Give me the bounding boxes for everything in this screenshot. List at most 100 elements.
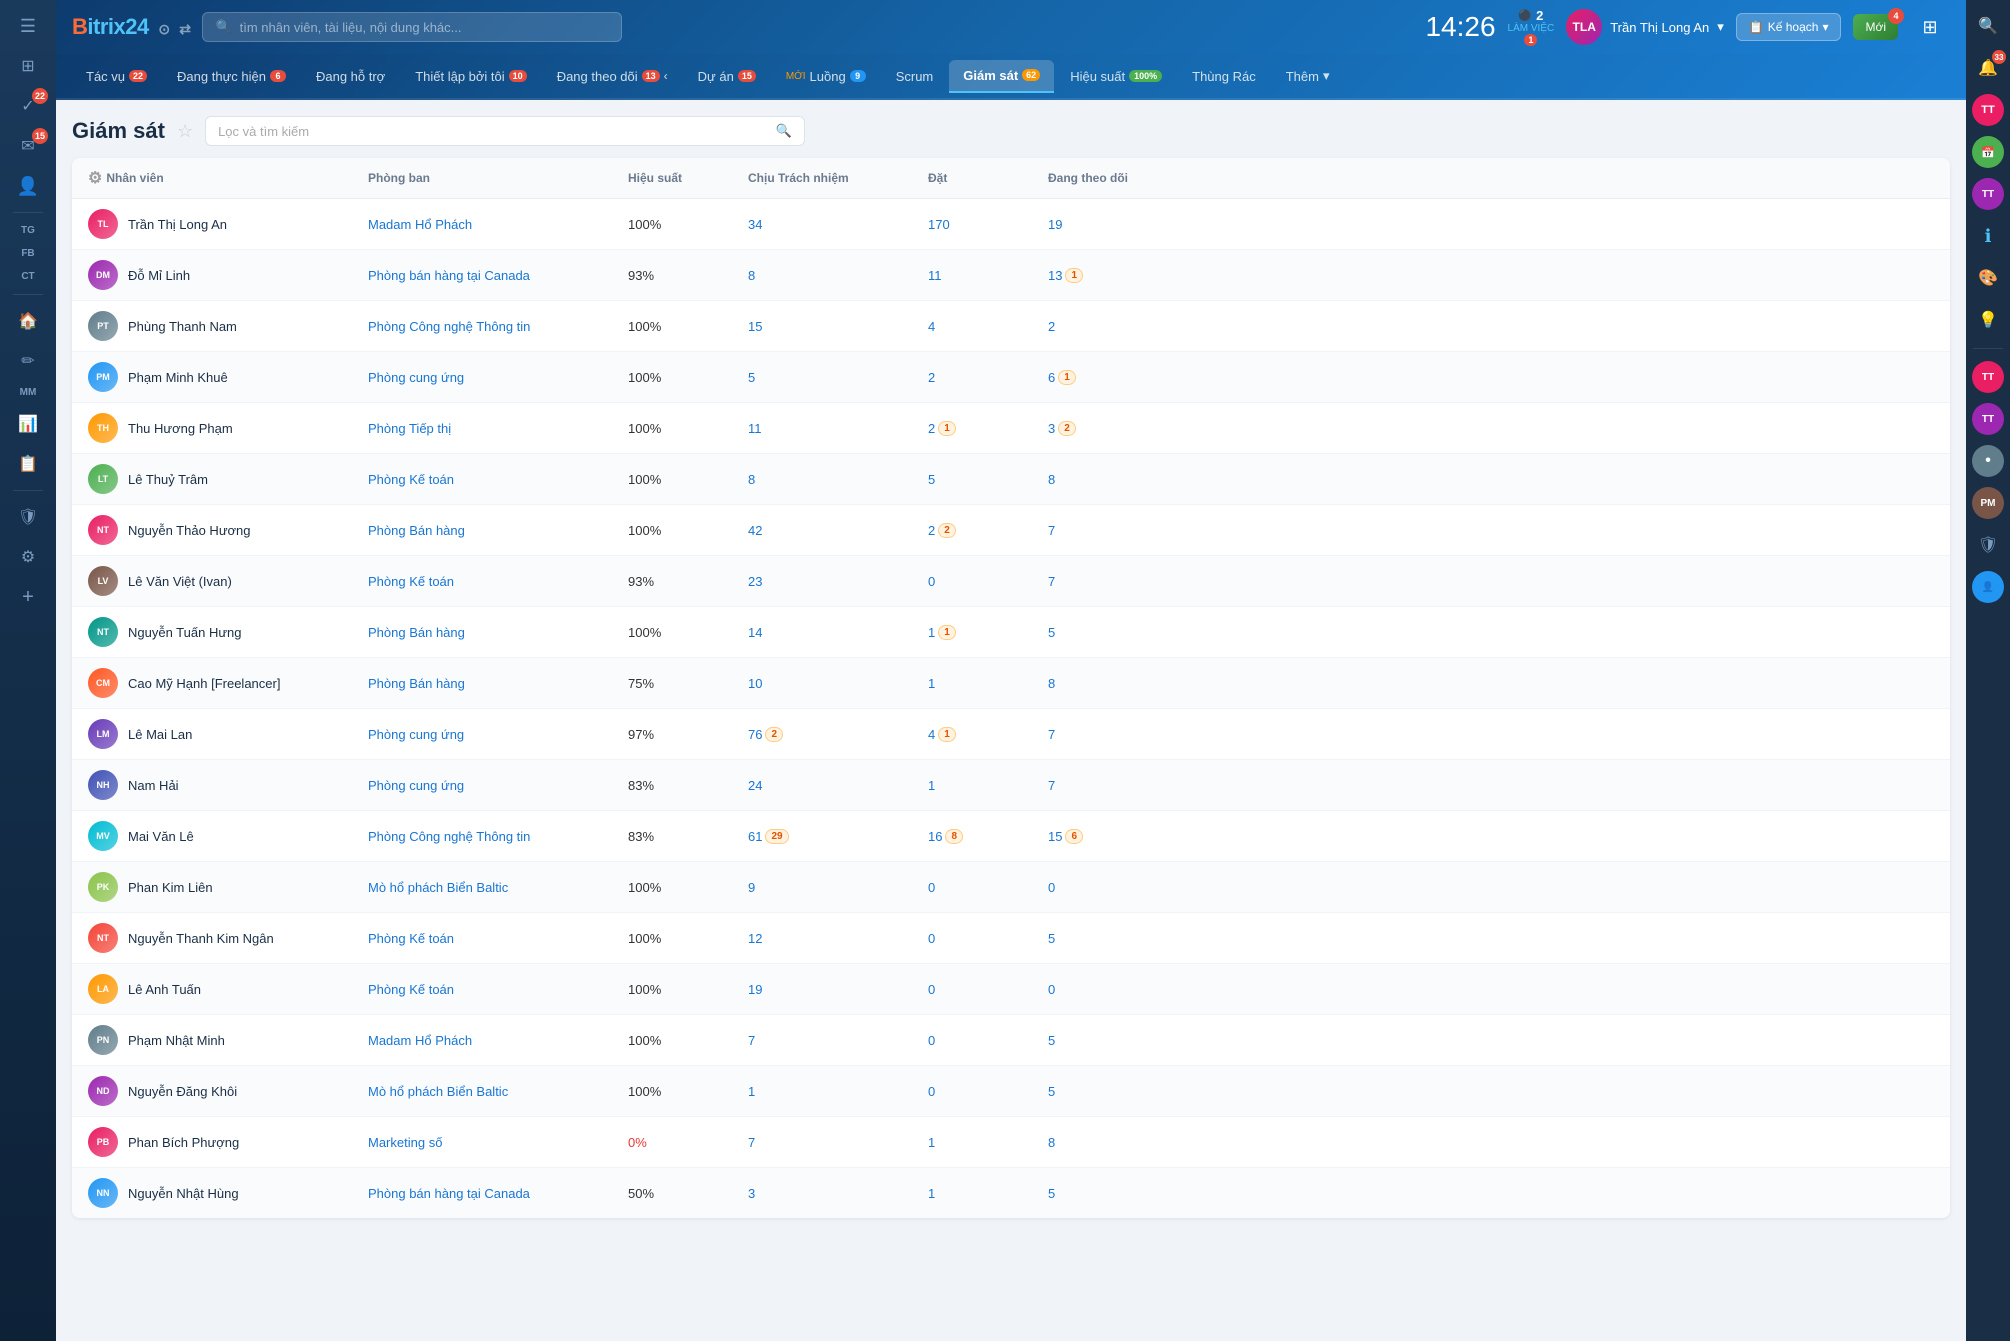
perf-cell: 100% [628,319,748,334]
dept-link[interactable]: Mò hổ phách Biển Baltic [368,880,508,895]
rs-color-icon[interactable]: 🎨 [1970,260,2006,296]
dept-cell[interactable]: Phòng bán hàng tại Canada [368,1186,628,1201]
dept-link[interactable]: Madam Hổ Phách [368,1033,472,1048]
chart-icon[interactable]: 📊 [8,406,48,442]
dept-cell[interactable]: Phòng bán hàng tại Canada [368,268,628,283]
dept-cell[interactable]: Madam Hổ Phách [368,1033,628,1048]
tab-watching[interactable]: Đang theo dõi 13 ‹ [543,61,682,92]
dept-link[interactable]: Phòng Công nghệ Thông tin [368,829,530,844]
report-icon[interactable]: 📋 [8,446,48,482]
dept-link[interactable]: Madam Hổ Phách [368,217,472,232]
dept-link[interactable]: Phòng cung ứng [368,727,464,742]
dept-cell[interactable]: Madam Hổ Phách [368,217,628,232]
edit-icon[interactable]: ✏ [8,343,48,379]
rs-bell-icon[interactable]: 🔔 33 [1970,50,2006,86]
shield-icon[interactable]: 🛡 [8,499,48,535]
tab-more[interactable]: Thêm ▾ [1272,60,1344,92]
tab-performance[interactable]: Hiệu suất 100% [1056,61,1176,92]
dept-cell[interactable]: Phòng Kế toán [368,472,628,487]
rs-search-icon[interactable]: 🔍 [1970,8,2006,44]
rs-tt-avatar[interactable]: TT [1970,176,2006,212]
home-icon[interactable]: ⊞ [8,48,48,84]
dept-link[interactable]: Phòng Kế toán [368,472,454,487]
dept-link[interactable]: Phòng Bán hàng [368,676,465,691]
rs-avatar-4[interactable]: PM [1970,485,2006,521]
data-table: ⚙ Nhân viên Phòng ban Hiệu suất Chịu Trá… [72,158,1950,1218]
tab-support[interactable]: Đang hỗ trợ [302,61,399,92]
mm-item[interactable]: MM [8,383,48,402]
rs-users-icon[interactable]: TT [1970,92,2006,128]
dept-link[interactable]: Phòng Tiếp thị [368,421,451,436]
tab-in-progress[interactable]: Đang thực hiện 6 [163,61,300,92]
resp-cell: 12 [748,931,928,946]
dept-cell[interactable]: Phòng Công nghệ Thông tin [368,319,628,334]
dept-link[interactable]: Phòng Bán hàng [368,625,465,640]
tasks-icon[interactable]: ✓ 22 [8,88,48,124]
dept-link[interactable]: Phòng cung ứng [368,778,464,793]
dept-cell[interactable]: Phòng Kế toán [368,574,628,589]
dept-link[interactable]: Phòng Kế toán [368,982,454,997]
topbar-search[interactable]: 🔍 [202,12,622,42]
dept-link[interactable]: Phòng Kế toán [368,574,454,589]
new-button[interactable]: Mới 4 [1853,14,1898,40]
search-input[interactable] [240,20,610,35]
rs-info-icon[interactable]: ℹ [1970,218,2006,254]
tg-item[interactable]: TG [8,221,48,240]
dept-link[interactable]: Phòng bán hàng tại Canada [368,1186,530,1201]
dept-link[interactable]: Phòng Bán hàng [368,523,465,538]
dept-cell[interactable]: Phòng cung ứng [368,778,628,793]
rs-calendar-icon[interactable]: 📅 [1970,134,2006,170]
dept-link[interactable]: Marketing số [368,1135,442,1150]
tab-monitor[interactable]: Giám sát 62 [949,60,1054,93]
column-settings-icon[interactable]: ⚙ [88,168,102,188]
topbar-extra-icon[interactable]: ⊞ [1910,9,1950,45]
dept-link[interactable]: Phòng Công nghệ Thông tin [368,319,530,334]
search-bar[interactable]: 🔍 [205,116,805,146]
rs-avatar-2[interactable]: TT [1970,401,2006,437]
dept-cell[interactable]: Phòng Bán hàng [368,523,628,538]
divider-2 [13,294,43,295]
dept-cell[interactable]: Phòng cung ứng [368,727,628,742]
topbar-user[interactable]: TLA Trần Thị Long An ▾ [1566,9,1724,45]
dept-cell[interactable]: Phòng Bán hàng [368,676,628,691]
dept-link[interactable]: Phòng bán hàng tại Canada [368,268,530,283]
crm-icon[interactable]: 🏠 [8,303,48,339]
search-submit-icon[interactable]: 🔍 [776,123,792,139]
dept-cell[interactable]: Phòng cung ứng [368,370,628,385]
dept-link[interactable]: Mò hổ phách Biển Baltic [368,1084,508,1099]
dept-cell[interactable]: Phòng Bán hàng [368,625,628,640]
contacts-icon[interactable]: 👤 [8,168,48,204]
dept-cell[interactable]: Phòng Kế toán [368,931,628,946]
dept-cell[interactable]: Phòng Kế toán [368,982,628,997]
follow-cell: 19 [1048,217,1208,232]
tab-project[interactable]: Dự án 15 [684,61,770,92]
rs-avatar-1[interactable]: TT [1970,359,2006,395]
settings-icon[interactable]: ⚙ [8,539,48,575]
hamburger-icon[interactable]: ☰ [8,8,48,44]
rs-user-icon[interactable]: 👤 [1970,569,2006,605]
dept-cell[interactable]: Phòng Công nghệ Thông tin [368,829,628,844]
tab-setup[interactable]: Thiết lập bởi tôi 10 [401,61,540,92]
dept-cell[interactable]: Phòng Tiếp thị [368,421,628,436]
plus-icon[interactable]: + [8,579,48,615]
dept-cell[interactable]: Mò hổ phách Biển Baltic [368,880,628,895]
rs-bulb-icon[interactable]: 💡 [1970,302,2006,338]
topbar: Bitrix24 ⊙ ⇄ 🔍 14:26 ⚫ 2 LÀM VIỆC 1 TLA … [56,0,1966,54]
tab-scrum[interactable]: Scrum [882,61,948,92]
rs-shield-icon[interactable]: 🛡 [1970,527,2006,563]
tab-trash[interactable]: Thùng Rác [1178,61,1270,92]
favorite-icon[interactable]: ☆ [177,121,193,142]
messages-icon[interactable]: ✉ 15 [8,128,48,164]
dept-link[interactable]: Phòng Kế toán [368,931,454,946]
plan-button[interactable]: 📋 Kế hoạch ▾ [1736,13,1842,41]
filter-search-input[interactable] [218,124,768,139]
dept-cell[interactable]: Marketing số [368,1135,628,1150]
tab-tasks[interactable]: Tác vụ 22 [72,61,161,92]
dept-link[interactable]: Phòng cung ứng [368,370,464,385]
rs-avatar-3[interactable]: • [1970,443,2006,479]
fb-item[interactable]: FB [8,244,48,263]
ct-item[interactable]: CT [8,267,48,286]
tab-flow[interactable]: MỚI Luồng 9 [772,61,880,92]
table-row: NTNguyễn Thảo HươngPhòng Bán hàng100%422… [72,505,1950,556]
dept-cell[interactable]: Mò hổ phách Biển Baltic [368,1084,628,1099]
